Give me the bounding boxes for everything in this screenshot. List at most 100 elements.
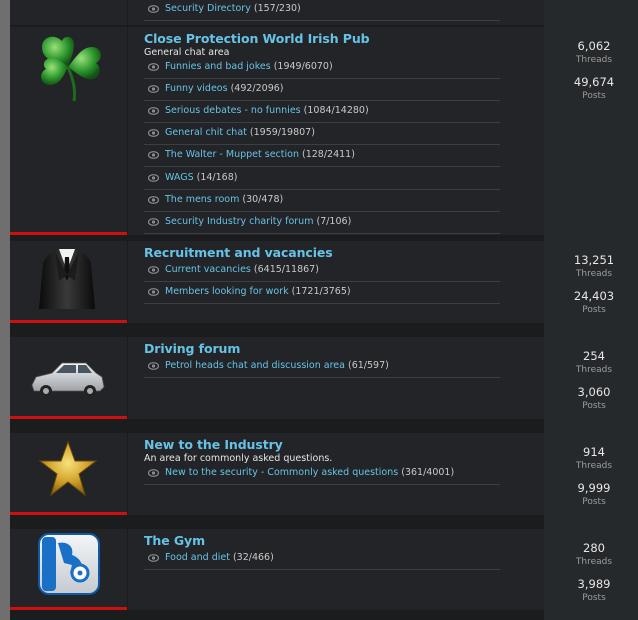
red-divider bbox=[10, 232, 127, 235]
eye-icon bbox=[148, 63, 159, 71]
subforum-item[interactable]: General chit chat (1959/19807) bbox=[144, 124, 500, 145]
subforum-item[interactable]: Current vacancies (6415/11867) bbox=[144, 261, 500, 282]
thread-count: 6,062 bbox=[577, 39, 611, 53]
subforum-count: (361/4001) bbox=[401, 467, 455, 478]
main-cell: New to the Industry An area for commonly… bbox=[128, 433, 544, 515]
forum-row: Driving forum Petrol heads chat and disc… bbox=[10, 337, 612, 419]
subforum-link[interactable]: Security Directory (157/230) bbox=[165, 3, 301, 14]
main-cell: Security Directory (157/230) bbox=[128, 0, 544, 25]
forum-title[interactable]: Driving forum bbox=[144, 341, 240, 356]
subforum-count: (1721/3765) bbox=[291, 286, 351, 297]
subforum-item[interactable]: WAGS (14/168) bbox=[144, 169, 500, 190]
red-divider bbox=[10, 607, 127, 610]
subforum-count: (1959/19807) bbox=[249, 127, 315, 138]
eye-icon bbox=[148, 107, 159, 115]
subforum-link[interactable]: Serious debates - no funnies (1084/14280… bbox=[165, 105, 369, 116]
icon-cell bbox=[10, 27, 127, 235]
subforum-link[interactable]: The Walter - Muppet section (128/2411) bbox=[165, 149, 355, 160]
red-divider bbox=[10, 320, 127, 323]
posts-label: Posts bbox=[582, 497, 606, 507]
eye-icon bbox=[148, 554, 159, 562]
eye-icon bbox=[148, 129, 159, 137]
subforum-link[interactable]: Funnies and bad jokes (1949/6070) bbox=[165, 61, 333, 72]
subforum-link[interactable]: The mens room (30/478) bbox=[165, 194, 283, 205]
forum-title[interactable]: Recruitment and vacancies bbox=[144, 245, 333, 260]
red-divider bbox=[10, 416, 127, 419]
post-count: 24,403 bbox=[573, 289, 615, 303]
subforum-link[interactable]: General chit chat (1959/19807) bbox=[165, 127, 315, 138]
eye-icon bbox=[148, 174, 159, 182]
stats-cell: 254 Threads 3,060 Posts bbox=[544, 337, 638, 419]
forum-description: An area for commonly asked questions. bbox=[144, 453, 333, 464]
subforum-count: (1084/14280) bbox=[303, 105, 369, 116]
main-cell: The Gym Food and diet (32/466) bbox=[128, 529, 544, 610]
forum-title[interactable]: Close Protection World Irish Pub bbox=[144, 31, 370, 46]
subforum-item[interactable]: The Walter - Muppet section (128/2411) bbox=[144, 146, 500, 167]
eye-icon bbox=[148, 151, 159, 159]
forum-title[interactable]: New to the Industry bbox=[144, 437, 283, 452]
threads-label: Threads bbox=[575, 365, 613, 375]
eye-icon bbox=[148, 362, 159, 370]
subforum-count: (32/466) bbox=[232, 552, 274, 563]
subforum-count: (14/168) bbox=[196, 172, 238, 183]
subforum-link[interactable]: Current vacancies (6415/11867) bbox=[165, 264, 319, 275]
subforum-link[interactable]: Security Industry charity forum (7/106) bbox=[165, 216, 351, 227]
eye-icon bbox=[148, 218, 159, 226]
icon-cell bbox=[10, 0, 127, 25]
eye-icon bbox=[148, 196, 159, 204]
subforum-item[interactable]: Security Directory (157/230) bbox=[144, 0, 500, 21]
shamrock-icon bbox=[41, 36, 101, 102]
icon-cell bbox=[10, 337, 127, 419]
thread-count: 280 bbox=[583, 541, 605, 555]
subforum-item[interactable]: Members looking for work (1721/3765) bbox=[144, 283, 500, 304]
subforum-item[interactable]: The mens room (30/478) bbox=[144, 191, 500, 212]
threads-label: Threads bbox=[575, 55, 613, 65]
threads-label: Threads bbox=[575, 269, 613, 279]
subforum-item[interactable]: Security Industry charity forum (7/106) bbox=[144, 213, 500, 234]
forum-row: Recruitment and vacancies Current vacanc… bbox=[10, 241, 614, 323]
subforum-link[interactable]: WAGS (14/168) bbox=[165, 172, 237, 183]
forum-description: General chat area bbox=[144, 47, 230, 58]
subforum-link[interactable]: Petrol heads chat and discussion area (6… bbox=[165, 360, 389, 371]
car-icon bbox=[31, 362, 105, 397]
icon-cell bbox=[10, 529, 127, 610]
stats-cell: 280 Threads 3,989 Posts bbox=[544, 529, 638, 610]
subforum-count: (30/478) bbox=[242, 194, 284, 205]
subforum-item[interactable]: Funny videos (492/2096) bbox=[144, 80, 500, 101]
left-border bbox=[0, 0, 10, 620]
stats-cell: 914 Threads 9,999 Posts bbox=[544, 433, 638, 515]
forum-title[interactable]: The Gym bbox=[144, 533, 205, 548]
subforum-link[interactable]: New to the security - Commonly asked que… bbox=[165, 467, 454, 478]
subforum-item[interactable]: Funnies and bad jokes (1949/6070) bbox=[144, 58, 500, 79]
suit-icon bbox=[39, 249, 95, 309]
thread-count: 13,251 bbox=[573, 253, 615, 267]
post-count: 3,060 bbox=[577, 385, 611, 399]
forum-row-partial: Security Directory (157/230) bbox=[10, 0, 544, 25]
threads-label: Threads bbox=[575, 461, 613, 471]
main-cell: Close Protection World Irish Pub General… bbox=[128, 27, 544, 235]
subforum-link[interactable]: Members looking for work (1721/3765) bbox=[165, 286, 351, 297]
icon-cell bbox=[10, 433, 127, 515]
subforum-link[interactable]: Food and diet (32/466) bbox=[165, 552, 274, 563]
subforum-item[interactable]: Petrol heads chat and discussion area (6… bbox=[144, 357, 500, 378]
subforum-item[interactable]: Food and diet (32/466) bbox=[144, 549, 500, 570]
post-count: 49,674 bbox=[573, 75, 615, 89]
subforum-count: (61/597) bbox=[348, 360, 389, 371]
thread-count: 254 bbox=[583, 349, 605, 363]
red-divider bbox=[10, 512, 127, 515]
posts-label: Posts bbox=[582, 305, 606, 315]
post-count: 3,989 bbox=[577, 577, 611, 591]
gym-app-icon bbox=[38, 533, 100, 595]
star-icon bbox=[38, 440, 98, 497]
subforum-count: (6415/11867) bbox=[253, 264, 319, 275]
subforum-count: (1949/6070) bbox=[273, 61, 333, 72]
post-count: 9,999 bbox=[577, 481, 611, 495]
icon-cell bbox=[10, 241, 127, 323]
main-cell: Driving forum Petrol heads chat and disc… bbox=[128, 337, 544, 419]
stats-cell: 6,062 Threads 49,674 Posts bbox=[544, 27, 638, 235]
subforum-item[interactable]: New to the security - Commonly asked que… bbox=[144, 464, 500, 485]
subforum-link[interactable]: Funny videos (492/2096) bbox=[165, 83, 284, 94]
subforum-count: (157/230) bbox=[253, 3, 301, 14]
stats-cell: 13,251 Threads 24,403 Posts bbox=[544, 241, 638, 323]
subforum-item[interactable]: Serious debates - no funnies (1084/14280… bbox=[144, 102, 500, 123]
